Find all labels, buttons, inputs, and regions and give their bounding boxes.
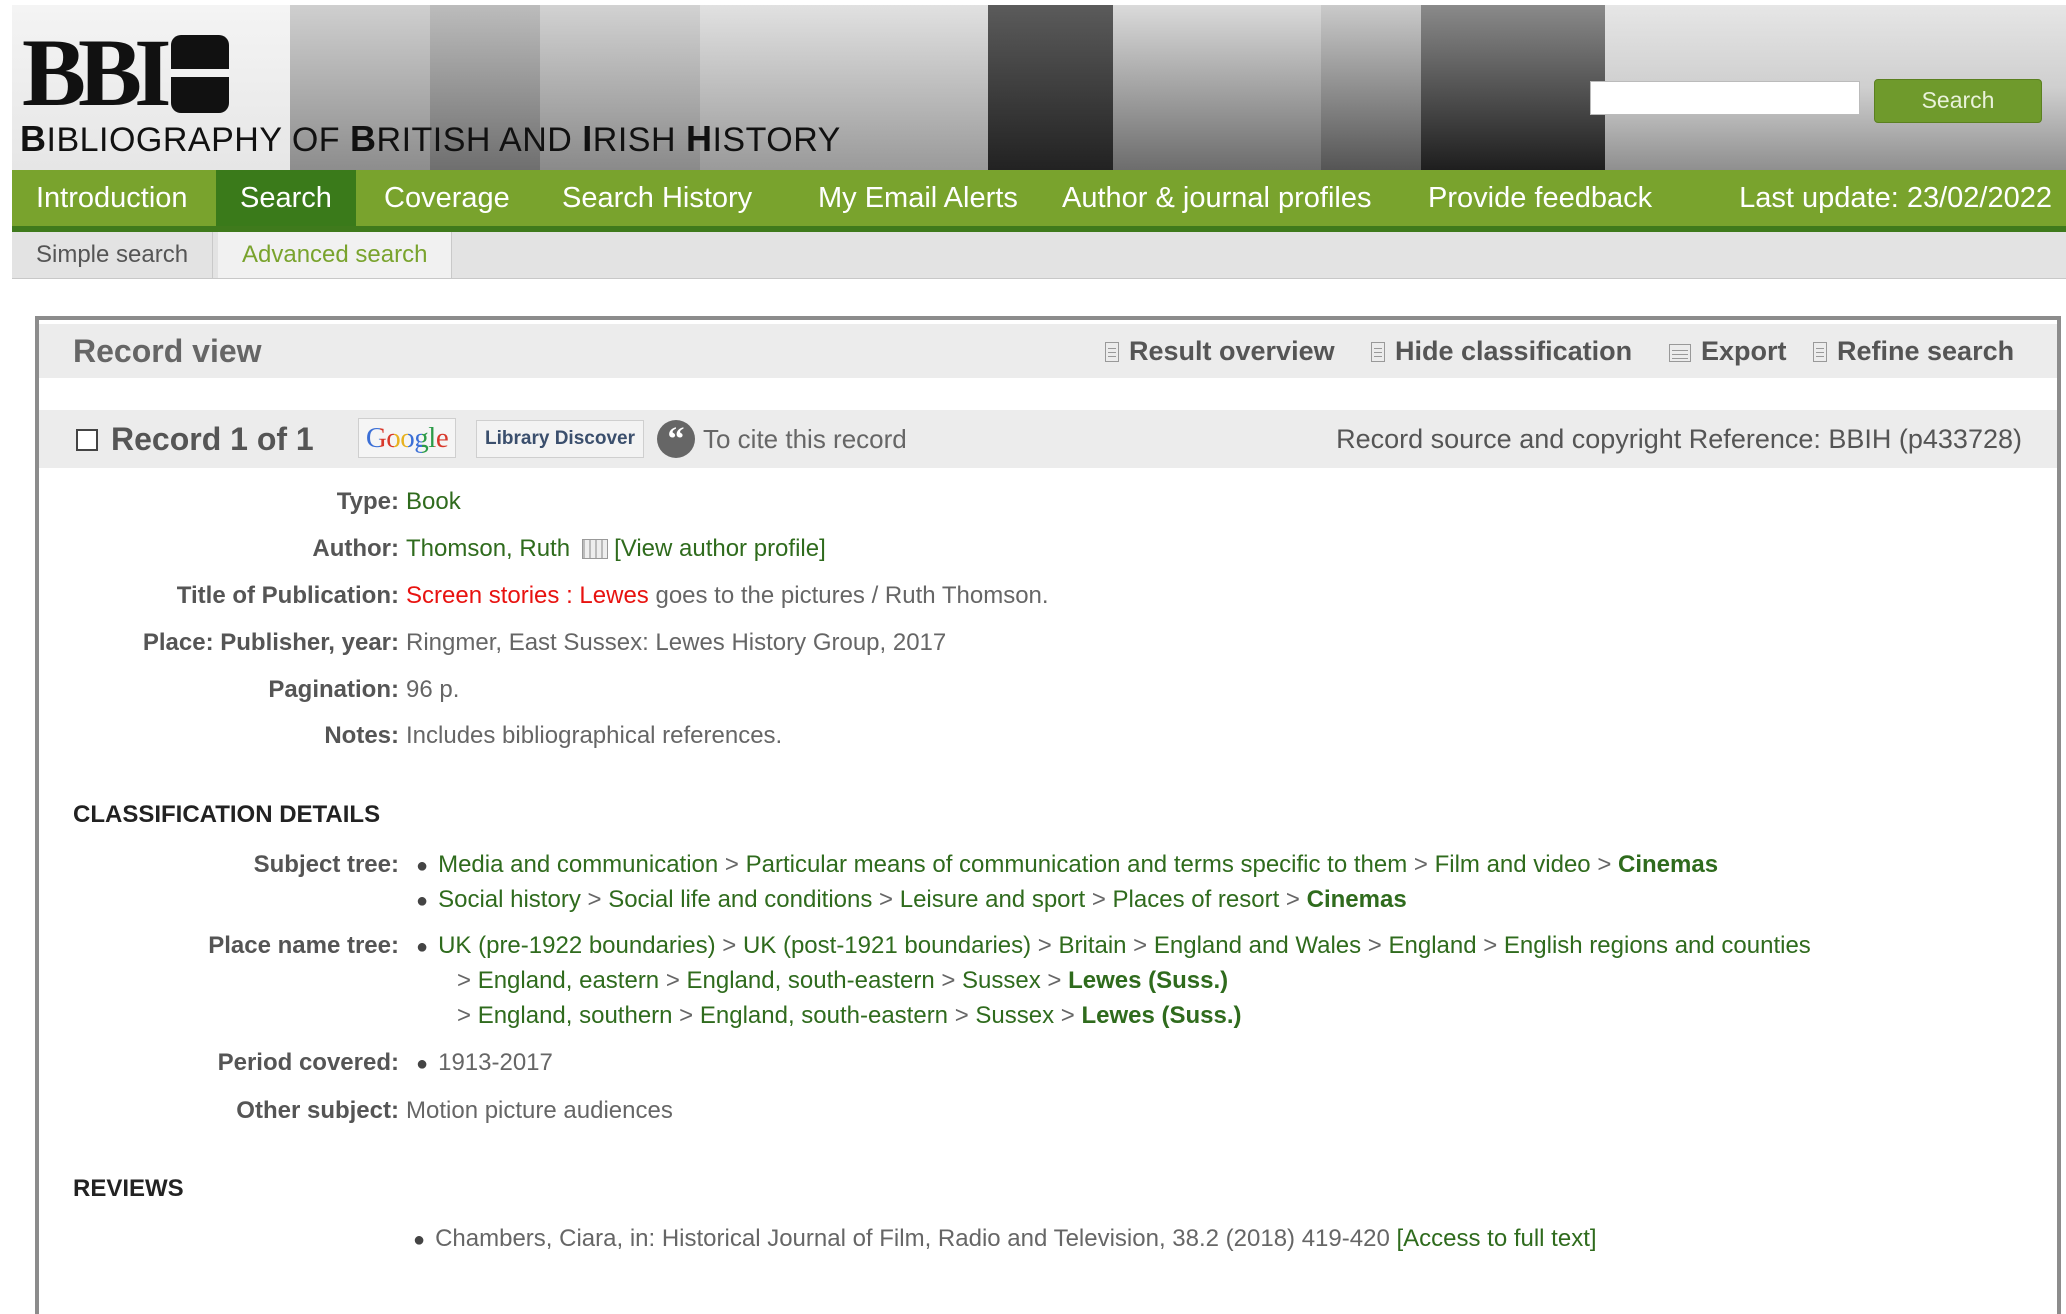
tree-node[interactable]: Sussex	[975, 1002, 1054, 1029]
type-value[interactable]: Book	[406, 488, 461, 516]
tree-node[interactable]: Particular means of communication and te…	[746, 851, 1408, 878]
main-nav: Introduction Search Coverage Search Hist…	[12, 170, 2066, 232]
quote-icon[interactable]: “	[657, 420, 695, 458]
tree-node[interactable]: Media and communication	[438, 851, 718, 878]
banner-photo-locomotive	[1113, 5, 1321, 170]
site-title: BIBLIOGRAPHY OF BRITISH AND IRISH HISTOR…	[20, 118, 841, 159]
tree-node[interactable]: Leisure and sport	[900, 886, 1085, 913]
pagination-label: Pagination:	[268, 676, 399, 703]
tree-node[interactable]: Sussex	[962, 967, 1041, 994]
tree-node[interactable]: England, south-eastern	[687, 967, 935, 994]
type-label: Type:	[336, 488, 399, 515]
banner-photo-firemen	[1421, 5, 1605, 170]
access-full-text-link[interactable]: [Access to full text]	[1396, 1225, 1596, 1252]
tree-node-current[interactable]: Lewes (Suss.)	[1068, 967, 1228, 994]
profile-chart-icon[interactable]	[582, 539, 609, 559]
author-label: Author:	[312, 535, 399, 562]
header-search-button[interactable]: Search	[1874, 79, 2042, 123]
export-icon	[1669, 344, 1691, 362]
place-tree-path-2: > England, eastern > England, south-east…	[457, 967, 1229, 994]
export-button[interactable]: Export	[1669, 324, 1787, 378]
subject-tree-path-2: ● Social history > Social life and condit…	[416, 886, 1407, 913]
period-covered-value: ● 1913-2017	[416, 1049, 553, 1076]
tree-node[interactable]: Places of resort	[1113, 886, 1280, 913]
nav-email-alerts[interactable]: My Email Alerts	[794, 170, 1042, 226]
place-name-tree-label: Place name tree:	[208, 932, 399, 959]
place-publisher-label: Place: Publisher, year:	[142, 629, 399, 656]
nav-introduction[interactable]: Introduction	[12, 170, 212, 226]
tree-node-current[interactable]: Lewes (Suss.)	[1081, 1002, 1241, 1029]
tree-node[interactable]: UK (pre-1922 boundaries)	[438, 932, 716, 959]
title-highlight-1: Screen stories	[406, 582, 560, 609]
subject-tree-label: Subject tree:	[253, 851, 399, 878]
classification-heading: CLASSIFICATION DETAILS	[73, 801, 381, 828]
nav-author-journal-profiles[interactable]: Author & journal profiles	[1038, 170, 1396, 226]
nav-search[interactable]: Search	[216, 170, 356, 226]
subject-tree-path-1: ● Media and communication > Particular me…	[416, 851, 1719, 878]
review-item: ● Chambers, Ciara, in: Historical Journal…	[413, 1225, 1597, 1252]
header-search-input[interactable]	[1590, 81, 1860, 115]
other-subject-label: Other subject:	[236, 1097, 399, 1124]
notes-value: Includes bibliographical references.	[406, 722, 783, 749]
place-tree-path-1: ● UK (pre-1922 boundaries) > UK (post-192…	[416, 932, 1811, 959]
title-label: Title of Publication:	[176, 582, 399, 609]
period-covered-label: Period covered:	[217, 1049, 399, 1076]
document-icon	[1371, 342, 1385, 362]
google-logo-text: Google	[365, 422, 449, 454]
last-update: Last update: 23/02/2022	[1739, 182, 2052, 214]
tree-node[interactable]: England	[1388, 932, 1476, 959]
nav-search-history[interactable]: Search History	[538, 170, 776, 226]
tree-node[interactable]: Britain	[1058, 932, 1126, 959]
cite-record-link[interactable]: To cite this record	[703, 410, 907, 468]
tree-node[interactable]: England and Wales	[1154, 932, 1361, 959]
author-link[interactable]: Thomson, Ruth	[406, 535, 570, 562]
pagination-value: 96 p.	[406, 676, 460, 703]
tree-node-current[interactable]: Cinemas	[1618, 851, 1718, 878]
google-search-button[interactable]: Google	[358, 418, 456, 458]
refine-search-button[interactable]: Refine search	[1813, 324, 2014, 378]
author-value: Thomson, Ruth [View author profile]	[406, 535, 826, 563]
place-tree-path-3: > England, southern > England, south-eas…	[457, 1002, 1242, 1029]
bbih-logo-mark: BBI	[22, 25, 230, 121]
site-banner: BBI BIBLIOGRAPHY OF BRITISH AND IRISH HI…	[12, 5, 2066, 170]
nav-provide-feedback[interactable]: Provide feedback	[1404, 170, 1676, 226]
record-header: Record 1 of 1 Google Library Discover “ …	[39, 410, 2057, 468]
place-publisher-value: Ringmer, East Sussex: Lewes History Grou…	[406, 629, 947, 656]
record-source-reference: Record source and copyright Reference: B…	[1336, 424, 2022, 454]
record-counter: Record 1 of 1	[111, 421, 314, 457]
tree-node-current[interactable]: Cinemas	[1307, 886, 1407, 913]
tree-node[interactable]: Social history	[438, 886, 581, 913]
tree-node[interactable]: England, south-eastern	[700, 1002, 948, 1029]
page-title: Record view	[73, 333, 262, 369]
title-separator: :	[559, 582, 580, 609]
result-overview-button[interactable]: Result overview	[1105, 324, 1335, 378]
list-icon	[1105, 342, 1119, 362]
tab-simple-search[interactable]: Simple search	[12, 232, 214, 278]
clipboard-icon	[1813, 342, 1827, 362]
title-highlight-2: Lewes	[579, 582, 649, 609]
tree-node[interactable]: UK (post-1921 boundaries)	[743, 932, 1031, 959]
hide-classification-button[interactable]: Hide classification	[1371, 324, 1632, 378]
other-subject-value: Motion picture audiences	[406, 1097, 673, 1124]
banner-photo-portrait	[988, 5, 1113, 170]
view-author-profile-link[interactable]: [View author profile]	[614, 535, 826, 562]
title-rest: goes to the pictures / Ruth Thomson.	[648, 582, 1049, 609]
title-value: Screen stories : Lewes goes to the pictu…	[406, 582, 1049, 610]
tree-node[interactable]: England, southern	[478, 1002, 673, 1029]
tree-node[interactable]: Social life and conditions	[608, 886, 872, 913]
record-panel: Record view Result overview Hide classif…	[35, 316, 2061, 1314]
tab-advanced-search[interactable]: Advanced search	[218, 232, 453, 278]
sub-nav: Simple search Advanced search	[12, 232, 2066, 279]
record-view-toolbar: Record view Result overview Hide classif…	[39, 324, 2057, 378]
tree-node[interactable]: English regions and counties	[1504, 932, 1811, 959]
library-discover-button[interactable]: Library Discover	[476, 420, 644, 458]
notes-label: Notes:	[324, 722, 399, 749]
reviews-heading: REVIEWS	[73, 1175, 184, 1202]
tree-node[interactable]: Film and video	[1435, 851, 1591, 878]
banner-photo-suffragette	[1321, 5, 1421, 170]
tree-node[interactable]: England, eastern	[478, 967, 659, 994]
nav-coverage[interactable]: Coverage	[360, 170, 534, 226]
record-select-checkbox[interactable]	[76, 429, 98, 451]
